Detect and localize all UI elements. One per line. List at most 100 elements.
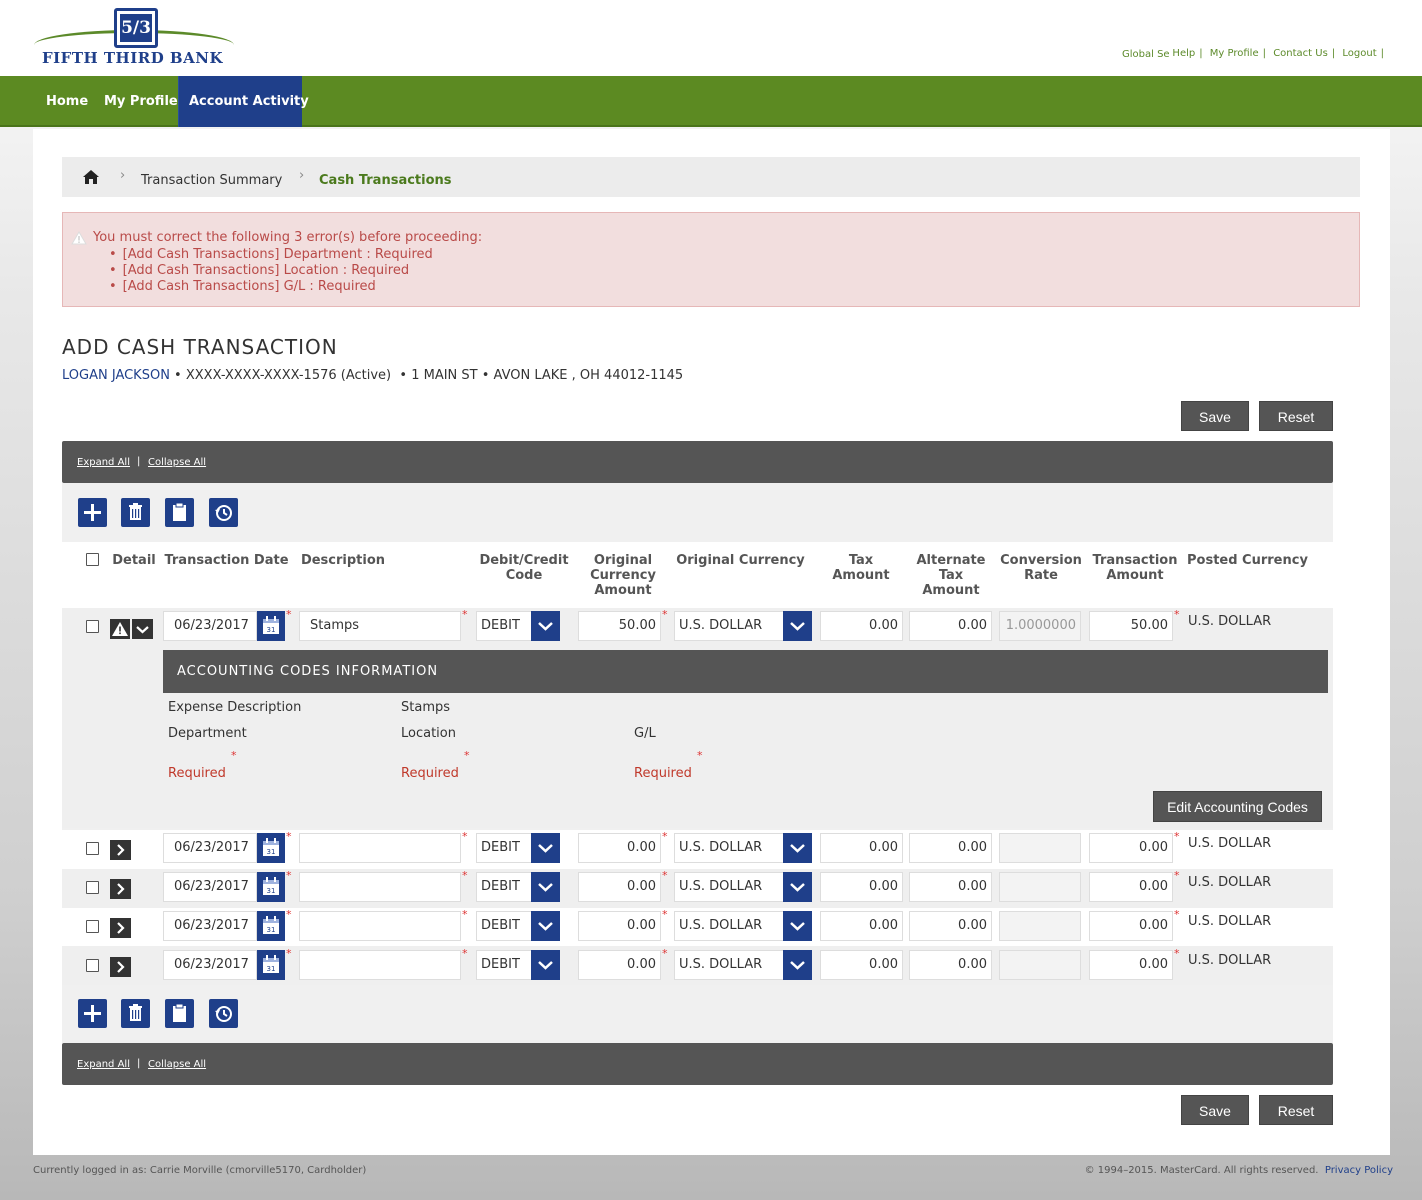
date-picker-button[interactable]: 31 xyxy=(257,950,285,980)
delete-row-button[interactable] xyxy=(121,498,150,527)
col-conversion-rate[interactable]: Conversion Rate xyxy=(997,553,1085,583)
alternate-tax-input[interactable]: 0.00 xyxy=(909,611,992,641)
row-expand-button[interactable] xyxy=(110,957,131,977)
global-search-link[interactable]: Global Se xyxy=(1122,49,1169,60)
save-button[interactable]: Save xyxy=(1181,1095,1249,1125)
nav-home[interactable]: Home xyxy=(46,76,88,127)
original-amount-input[interactable]: 0.00 xyxy=(578,833,661,863)
nav-my-profile[interactable]: My Profile xyxy=(104,76,178,127)
debit-credit-select[interactable]: DEBIT xyxy=(476,872,532,902)
transaction-amount-input[interactable]: 0.00 xyxy=(1089,911,1173,941)
row-collapse-button[interactable] xyxy=(132,619,153,639)
col-posted-currency[interactable]: Posted Currency xyxy=(1187,553,1311,568)
breadcrumb-transaction-summary[interactable]: Transaction Summary xyxy=(141,173,282,188)
date-picker-button[interactable]: 31 xyxy=(257,611,285,641)
original-currency-select[interactable]: U.S. DOLLAR xyxy=(674,911,784,941)
original-amount-input[interactable]: 50.00 xyxy=(578,611,661,641)
transaction-amount-input[interactable]: 50.00 xyxy=(1089,611,1173,641)
alternate-tax-input[interactable]: 0.00 xyxy=(909,950,992,980)
debit-credit-dropdown-button[interactable] xyxy=(531,872,560,902)
help-link[interactable]: Help xyxy=(1172,48,1195,59)
home-icon[interactable] xyxy=(82,169,100,189)
transaction-amount-input[interactable]: 0.00 xyxy=(1089,950,1173,980)
tax-amount-input[interactable]: 0.00 xyxy=(820,911,903,941)
transaction-date-input[interactable]: 06/23/2017 xyxy=(163,611,257,641)
alternate-tax-input[interactable]: 0.00 xyxy=(909,911,992,941)
row-select-checkbox[interactable] xyxy=(86,920,99,933)
original-currency-select[interactable]: U.S. DOLLAR xyxy=(674,950,784,980)
privacy-policy-link[interactable]: Privacy Policy xyxy=(1325,1165,1393,1176)
my-profile-link[interactable]: My Profile xyxy=(1210,48,1259,59)
tax-amount-input[interactable]: 0.00 xyxy=(820,833,903,863)
debit-credit-dropdown-button[interactable] xyxy=(531,611,560,641)
transaction-date-input[interactable]: 06/23/2017 xyxy=(163,950,257,980)
debit-credit-dropdown-button[interactable] xyxy=(531,911,560,941)
date-picker-button[interactable]: 31 xyxy=(257,911,285,941)
row-select-checkbox[interactable] xyxy=(86,959,99,972)
collapse-all-link[interactable]: Collapse All xyxy=(148,1059,206,1070)
reset-button[interactable]: Reset xyxy=(1259,401,1333,431)
nav-account-activity[interactable]: Account Activity xyxy=(178,76,309,127)
row-expand-button[interactable] xyxy=(110,918,131,938)
original-amount-input[interactable]: 0.00 xyxy=(578,950,661,980)
paste-row-button[interactable] xyxy=(165,498,194,527)
row-expand-button[interactable] xyxy=(110,840,131,860)
debit-credit-select[interactable]: DEBIT xyxy=(476,950,532,980)
col-debit-credit-code[interactable]: Debit/Credit Code xyxy=(474,553,574,583)
debit-credit-select[interactable]: DEBIT xyxy=(476,611,532,641)
tax-amount-input[interactable]: 0.00 xyxy=(820,872,903,902)
description-input[interactable] xyxy=(299,950,461,980)
expand-all-link[interactable]: Expand All xyxy=(77,1059,130,1070)
expand-all-link[interactable]: Expand All xyxy=(77,457,130,468)
transaction-amount-input[interactable]: 0.00 xyxy=(1089,872,1173,902)
currency-dropdown-button[interactable] xyxy=(783,611,812,641)
debit-credit-select[interactable]: DEBIT xyxy=(476,911,532,941)
col-tax-amount[interactable]: Tax Amount xyxy=(821,553,901,583)
date-picker-button[interactable]: 31 xyxy=(257,872,285,902)
date-picker-button[interactable]: 31 xyxy=(257,833,285,863)
transaction-date-input[interactable]: 06/23/2017 xyxy=(163,872,257,902)
edit-accounting-codes-button[interactable]: Edit Accounting Codes xyxy=(1153,791,1322,822)
description-input[interactable]: Stamps xyxy=(299,611,461,641)
tax-amount-input[interactable]: 0.00 xyxy=(820,950,903,980)
row-select-checkbox[interactable] xyxy=(86,620,99,633)
original-currency-select[interactable]: U.S. DOLLAR xyxy=(674,833,784,863)
paste-row-button[interactable] xyxy=(165,999,194,1028)
col-transaction-date[interactable]: Transaction Date xyxy=(163,553,290,568)
currency-dropdown-button[interactable] xyxy=(783,872,812,902)
history-button[interactable] xyxy=(209,498,238,527)
delete-row-button[interactable] xyxy=(121,999,150,1028)
row-select-checkbox[interactable] xyxy=(86,842,99,855)
col-description[interactable]: Description xyxy=(298,553,388,568)
currency-dropdown-button[interactable] xyxy=(783,911,812,941)
history-button[interactable] xyxy=(209,999,238,1028)
currency-dropdown-button[interactable] xyxy=(783,833,812,863)
reset-button[interactable]: Reset xyxy=(1259,1095,1333,1125)
currency-dropdown-button[interactable] xyxy=(783,950,812,980)
description-input[interactable] xyxy=(299,872,461,902)
description-input[interactable] xyxy=(299,833,461,863)
tax-amount-input[interactable]: 0.00 xyxy=(820,611,903,641)
col-transaction-amount[interactable]: Transaction Amount xyxy=(1090,553,1180,583)
original-currency-select[interactable]: U.S. DOLLAR xyxy=(674,611,784,641)
row-select-checkbox[interactable] xyxy=(86,881,99,894)
debit-credit-dropdown-button[interactable] xyxy=(531,950,560,980)
original-currency-select[interactable]: U.S. DOLLAR xyxy=(674,872,784,902)
col-original-currency-amount[interactable]: Original Currency Amount xyxy=(583,553,663,598)
select-all-checkbox[interactable] xyxy=(86,553,99,566)
original-amount-input[interactable]: 0.00 xyxy=(578,872,661,902)
logout-link[interactable]: Logout xyxy=(1342,48,1376,59)
add-row-button[interactable] xyxy=(78,999,107,1028)
debit-credit-select[interactable]: DEBIT xyxy=(476,833,532,863)
save-button[interactable]: Save xyxy=(1181,401,1249,431)
transaction-amount-input[interactable]: 0.00 xyxy=(1089,833,1173,863)
transaction-date-input[interactable]: 06/23/2017 xyxy=(163,911,257,941)
col-original-currency[interactable]: Original Currency xyxy=(674,553,807,568)
description-input[interactable] xyxy=(299,911,461,941)
row-expand-button[interactable] xyxy=(110,879,131,899)
add-row-button[interactable] xyxy=(78,498,107,527)
original-amount-input[interactable]: 0.00 xyxy=(578,911,661,941)
transaction-date-input[interactable]: 06/23/2017 xyxy=(163,833,257,863)
contact-us-link[interactable]: Contact Us xyxy=(1273,48,1328,59)
alternate-tax-input[interactable]: 0.00 xyxy=(909,872,992,902)
